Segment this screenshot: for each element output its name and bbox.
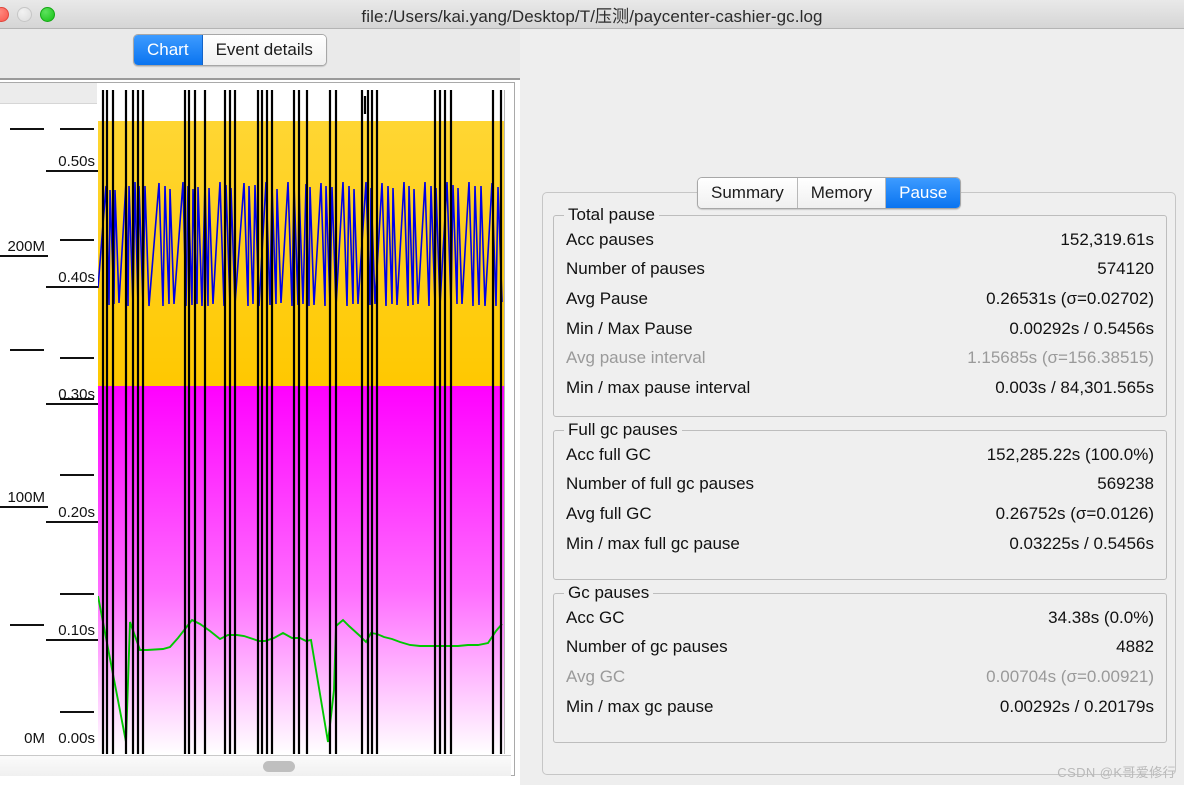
- row-acc-gc: Acc GC 34.38s (0.0%): [554, 603, 1166, 633]
- row-label: Min / max pause interval: [566, 377, 751, 397]
- tab-pause[interactable]: Pause: [886, 178, 961, 208]
- group-gc-pauses: Gc pauses Acc GC 34.38s (0.0%) Number of…: [553, 583, 1167, 743]
- tab-memory[interactable]: Memory: [797, 178, 887, 208]
- row-number-of-gc-pauses: Number of gc pauses 4882: [554, 633, 1166, 663]
- time-tick-030: 0.30s: [46, 386, 98, 405]
- time-minor-tick: [60, 357, 94, 359]
- window-controls[interactable]: [0, 7, 55, 22]
- row-value: 1.15685s (σ=156.38515): [967, 348, 1154, 368]
- top-tab-group[interactable]: Chart Event details: [133, 34, 327, 66]
- time-minor-tick: [60, 239, 94, 241]
- memory-minor-tick: [10, 349, 44, 351]
- row-value: 152,285.22s (100.0%): [986, 444, 1154, 464]
- row-label: Avg Pause: [566, 288, 648, 308]
- group-total-pause-title: Total pause: [564, 205, 659, 225]
- row-acc-pauses: Acc pauses 152,319.61s: [554, 225, 1166, 255]
- row-number-of-full-gc-pauses: Number of full gc pauses 569238: [554, 470, 1166, 500]
- row-value: 0.26752s (σ=0.0126): [995, 503, 1154, 523]
- row-value: 574120: [1097, 259, 1154, 279]
- row-min-max-pause-interval: Min / max pause interval 0.003s / 84,301…: [554, 373, 1166, 403]
- time-tick-050: 0.50s: [46, 153, 98, 172]
- gc-chart-plot[interactable]: [98, 90, 505, 754]
- row-label: Acc full GC: [566, 444, 652, 464]
- close-button[interactable]: [0, 7, 9, 22]
- maximize-button[interactable]: [40, 7, 55, 22]
- axis-header-strip: [0, 83, 97, 104]
- time-tick-000: 0.00s: [58, 730, 95, 747]
- row-label: Number of pauses: [566, 259, 705, 279]
- time-minor-tick: [60, 474, 94, 476]
- row-label: Avg GC: [566, 666, 626, 686]
- row-number-of-pauses: Number of pauses 574120: [554, 255, 1166, 285]
- memory-tick-200m: 200M: [0, 238, 48, 257]
- row-value: 34.38s (0.0%): [1048, 607, 1154, 627]
- time-tick-020: 0.20s: [46, 504, 98, 523]
- row-avg-pause: Avg Pause 0.26531s (σ=0.02702): [554, 284, 1166, 314]
- memory-axis: 200M 100M 0M: [0, 104, 48, 754]
- memory-tick-100m: 100M: [0, 489, 48, 508]
- row-avg-full-gc: Avg full GC 0.26752s (σ=0.0126): [554, 499, 1166, 529]
- row-min-max-pause: Min / Max Pause 0.00292s / 0.5456s: [554, 314, 1166, 344]
- chart-horizontal-scrollbar[interactable]: [0, 755, 511, 776]
- time-minor-tick: [60, 128, 94, 130]
- details-panel: Summary Memory Pause Total pause Acc pau…: [520, 29, 1184, 785]
- series-used-heap-area: [98, 386, 504, 754]
- pause-tab-group[interactable]: Summary Memory Pause: [697, 177, 962, 209]
- time-minor-tick: [60, 593, 94, 595]
- time-tick-010: 0.10s: [46, 622, 98, 641]
- tab-chart[interactable]: Chart: [134, 35, 203, 65]
- tab-summary[interactable]: Summary: [698, 178, 798, 208]
- row-label: Avg pause interval: [566, 348, 706, 368]
- memory-minor-tick: [10, 624, 44, 626]
- row-avg-gc: Avg GC 0.00704s (σ=0.00921): [554, 662, 1166, 692]
- chart-frame: 200M 100M 0M 0.50s 0.40s 0.30s 0.20s 0.1…: [0, 82, 515, 776]
- pause-stats-card: Total pause Acc pauses 152,319.61s Numbe…: [542, 192, 1176, 775]
- scrollbar-thumb[interactable]: [263, 761, 295, 772]
- row-label: Acc pauses: [566, 229, 654, 249]
- row-label: Number of full gc pauses: [566, 474, 755, 494]
- row-value: 0.00704s (σ=0.00921): [986, 666, 1154, 686]
- row-label: Min / max full gc pause: [566, 533, 740, 553]
- row-label: Min / Max Pause: [566, 318, 693, 338]
- row-value: 0.03225s / 0.5456s: [1009, 533, 1154, 553]
- row-label: Avg full GC: [566, 503, 652, 523]
- row-value: 0.00292s / 0.5456s: [1009, 318, 1154, 338]
- chart-svg: [98, 90, 504, 754]
- row-value: 152,319.61s: [1060, 229, 1154, 249]
- watermark: CSDN @K哥爱修行: [1057, 765, 1176, 780]
- time-minor-tick: [60, 711, 94, 713]
- tab-event-details[interactable]: Event details: [202, 35, 326, 65]
- row-label: Min / max gc pause: [566, 696, 714, 716]
- row-min-max-full-gc-pause: Min / max full gc pause 0.03225s / 0.545…: [554, 529, 1166, 559]
- minimize-button[interactable]: [17, 7, 32, 22]
- group-full-gc-pauses-title: Full gc pauses: [564, 420, 682, 440]
- row-value: 0.003s / 84,301.565s: [995, 377, 1154, 397]
- pause-time-axis: 0.50s 0.40s 0.30s 0.20s 0.10s 0.00s: [46, 104, 98, 754]
- group-total-pause: Total pause Acc pauses 152,319.61s Numbe…: [553, 205, 1167, 417]
- row-value: 569238: [1097, 474, 1154, 494]
- row-label: Number of gc pauses: [566, 637, 728, 657]
- row-label: Acc GC: [566, 607, 625, 627]
- chart-panel: 200M 100M 0M 0.50s 0.40s 0.30s 0.20s 0.1…: [0, 82, 520, 785]
- row-value: 0.00292s / 0.20179s: [999, 696, 1154, 716]
- time-tick-040: 0.40s: [46, 269, 98, 288]
- row-avg-pause-interval: Avg pause interval 1.15685s (σ=156.38515…: [554, 343, 1166, 373]
- row-value: 4882: [1116, 637, 1154, 657]
- group-gc-pauses-title: Gc pauses: [564, 583, 654, 603]
- window-title-bar: file:/Users/kai.yang/Desktop/T/压测/paycen…: [0, 0, 1184, 29]
- window-title: file:/Users/kai.yang/Desktop/T/压测/paycen…: [361, 6, 823, 26]
- group-full-gc-pauses: Full gc pauses Acc full GC 152,285.22s (…: [553, 420, 1167, 580]
- row-value: 0.26531s (σ=0.02702): [986, 288, 1154, 308]
- row-min-max-gc-pause: Min / max gc pause 0.00292s / 0.20179s: [554, 692, 1166, 722]
- memory-tick-0m: 0M: [24, 730, 45, 747]
- row-acc-full-gc: Acc full GC 152,285.22s (100.0%): [554, 440, 1166, 470]
- memory-minor-tick: [10, 128, 44, 130]
